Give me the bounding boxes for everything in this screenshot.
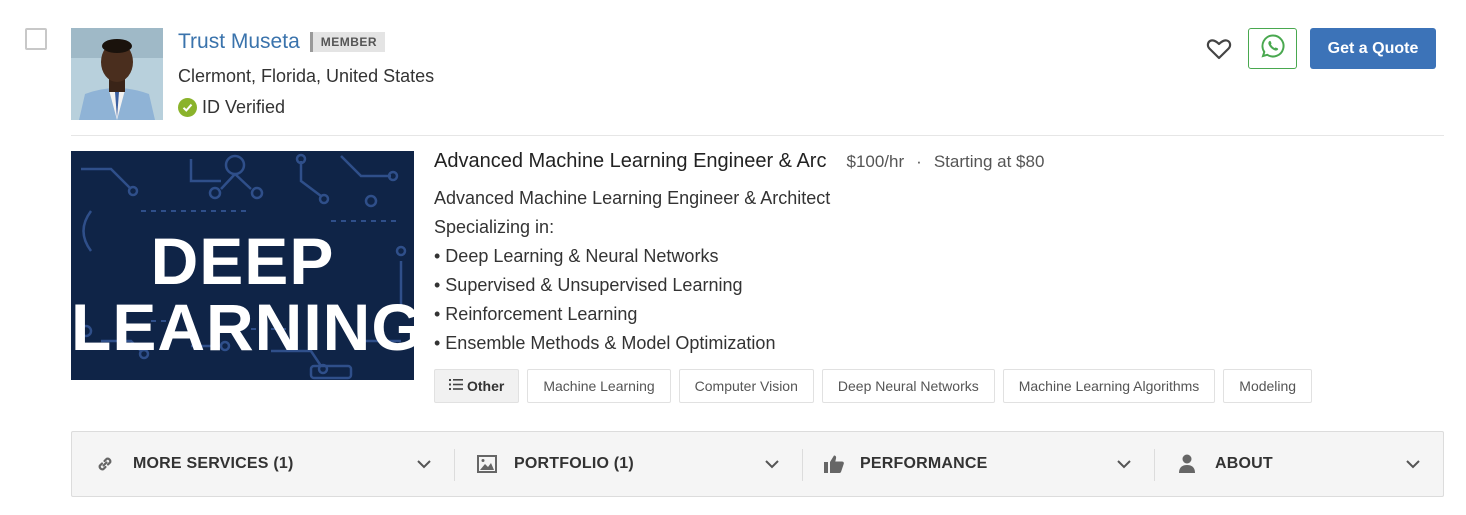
more-services-section[interactable]: MORE SERVICES (1) (94, 432, 434, 496)
service-title-link[interactable]: Advanced Machine Learning Engineer & Arc (434, 150, 826, 173)
skill-tags: Other Machine Learning Computer Vision D… (434, 369, 1320, 403)
about-section[interactable]: ABOUT (1176, 432, 1416, 496)
service-description: Advanced Machine Learning Engineer & Arc… (434, 184, 830, 358)
service-image[interactable]: DEEP LEARNING (71, 151, 414, 380)
profile-sections-bar: MORE SERVICES (1) PORTFOLIO (1) PERFORMA… (71, 431, 1444, 497)
description-line: Specializing in: (434, 217, 555, 237)
name-row: Trust Museta MEMBER (178, 30, 386, 54)
portfolio-section[interactable]: PORTFOLIO (1) (476, 432, 776, 496)
image-text-learning: LEARNING (71, 290, 414, 364)
provider-name-link[interactable]: Trust Museta (178, 30, 300, 54)
description-line: Advanced Machine Learning Engineer & Arc… (434, 188, 831, 208)
section-divider (454, 449, 455, 481)
avatar[interactable] (71, 28, 163, 120)
starting-price: Starting at $80 (933, 152, 1045, 171)
whatsapp-icon (1260, 33, 1286, 64)
provider-location: Clermont, Florida, United States (178, 66, 435, 86)
section-divider (1154, 449, 1155, 481)
avatar-photo (71, 28, 163, 120)
select-checkbox[interactable] (25, 28, 47, 50)
description-line: • Ensemble Methods & Model Optimization (434, 333, 776, 353)
id-verified: ID Verified (178, 97, 285, 118)
provider-card: Trust Museta MEMBER Clermont, Florida, U… (0, 0, 1466, 515)
service-rate: $100/hr (846, 152, 905, 171)
divider (71, 135, 1444, 136)
section-label: MORE SERVICES (1) (133, 455, 294, 472)
whatsapp-button[interactable] (1248, 28, 1297, 69)
tag-modeling[interactable]: Modeling (1223, 369, 1313, 403)
performance-section[interactable]: PERFORMANCE (823, 432, 1143, 496)
chevron-down-icon[interactable] (764, 456, 780, 472)
list-icon (449, 378, 463, 394)
heart-icon[interactable] (1205, 35, 1233, 63)
member-badge: MEMBER (309, 32, 386, 52)
image-text-deep: DEEP (150, 224, 335, 298)
user-icon (1176, 453, 1198, 475)
tag-deep-neural-networks[interactable]: Deep Neural Networks (821, 369, 995, 403)
get-a-quote-button[interactable]: Get a Quote (1310, 28, 1436, 69)
link-icon (94, 453, 116, 475)
image-icon (476, 453, 498, 475)
tag-machine-learning[interactable]: Machine Learning (527, 369, 671, 403)
chevron-down-icon[interactable] (1116, 456, 1132, 472)
service-header: Advanced Machine Learning Engineer & Arc… (434, 150, 1044, 173)
section-label: PORTFOLIO (1) (514, 455, 634, 472)
description-line: • Reinforcement Learning (434, 304, 638, 324)
description-line: • Deep Learning & Neural Networks (434, 246, 719, 266)
check-circle-icon (178, 98, 197, 117)
tag-machine-learning-algorithms[interactable]: Machine Learning Algorithms (1002, 369, 1216, 403)
chevron-down-icon[interactable] (416, 456, 432, 472)
id-verified-label: ID Verified (202, 97, 286, 117)
section-label: ABOUT (1215, 455, 1273, 472)
thumbs-up-icon (823, 453, 845, 475)
section-label: PERFORMANCE (860, 455, 988, 472)
separator-dot: · (916, 152, 922, 171)
chevron-down-icon[interactable] (1405, 456, 1421, 472)
section-divider (802, 449, 803, 481)
tag-other[interactable]: Other (434, 369, 520, 403)
tag-label: Other (467, 378, 505, 394)
tag-computer-vision[interactable]: Computer Vision (678, 369, 814, 403)
description-line: • Supervised & Unsupervised Learning (434, 275, 743, 295)
